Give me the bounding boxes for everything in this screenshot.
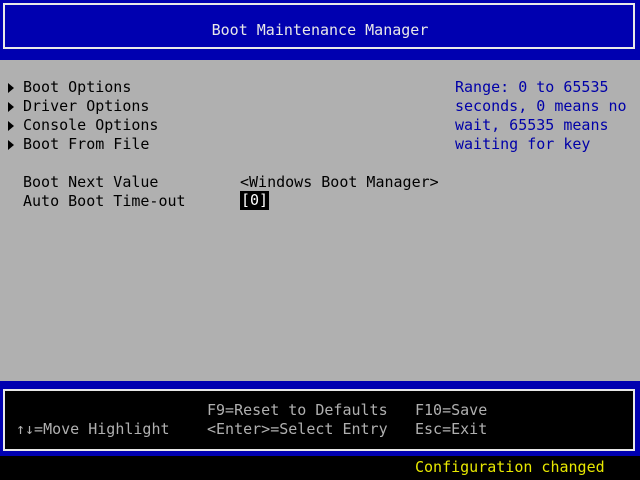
menu-item-label: Boot Options bbox=[23, 78, 132, 96]
hint-exit: Esc=Exit bbox=[415, 420, 488, 438]
help-text-line: waiting for key bbox=[455, 135, 591, 153]
main-panel: Boot Options Driver Options Console Opti… bbox=[0, 60, 640, 381]
uefi-screen: Boot Maintenance Manager Boot Options Dr… bbox=[0, 0, 640, 480]
right-arrow-icon bbox=[8, 102, 14, 112]
boot-next-label: Boot Next Value bbox=[23, 173, 159, 191]
hint-move-highlight: ↑↓=Move Highlight bbox=[16, 420, 170, 438]
hint-reset-defaults: F9=Reset to Defaults bbox=[207, 401, 388, 419]
menu-item-label: Driver Options bbox=[23, 97, 150, 115]
help-text-line: Range: 0 to 65535 bbox=[455, 78, 609, 96]
hint-save: F10=Save bbox=[415, 401, 488, 419]
status-message: Configuration changed bbox=[415, 458, 605, 476]
right-arrow-icon bbox=[8, 83, 14, 93]
auto-boot-timeout-field[interactable]: [0] bbox=[240, 191, 270, 210]
help-text-line: wait, 65535 means bbox=[455, 116, 609, 134]
boot-next-select[interactable]: <Windows Boot Manager> bbox=[240, 173, 439, 192]
right-arrow-icon bbox=[8, 140, 14, 150]
auto-boot-timeout-label: Auto Boot Time-out bbox=[23, 192, 186, 210]
right-arrow-icon bbox=[8, 121, 14, 131]
hint-select-entry: <Enter>=Select Entry bbox=[207, 420, 388, 438]
menu-item-label: Boot From File bbox=[23, 135, 150, 153]
help-text-line: seconds, 0 means no bbox=[455, 97, 627, 115]
page-title: Boot Maintenance Manager bbox=[211, 21, 429, 39]
menu-item-label: Console Options bbox=[23, 116, 159, 134]
